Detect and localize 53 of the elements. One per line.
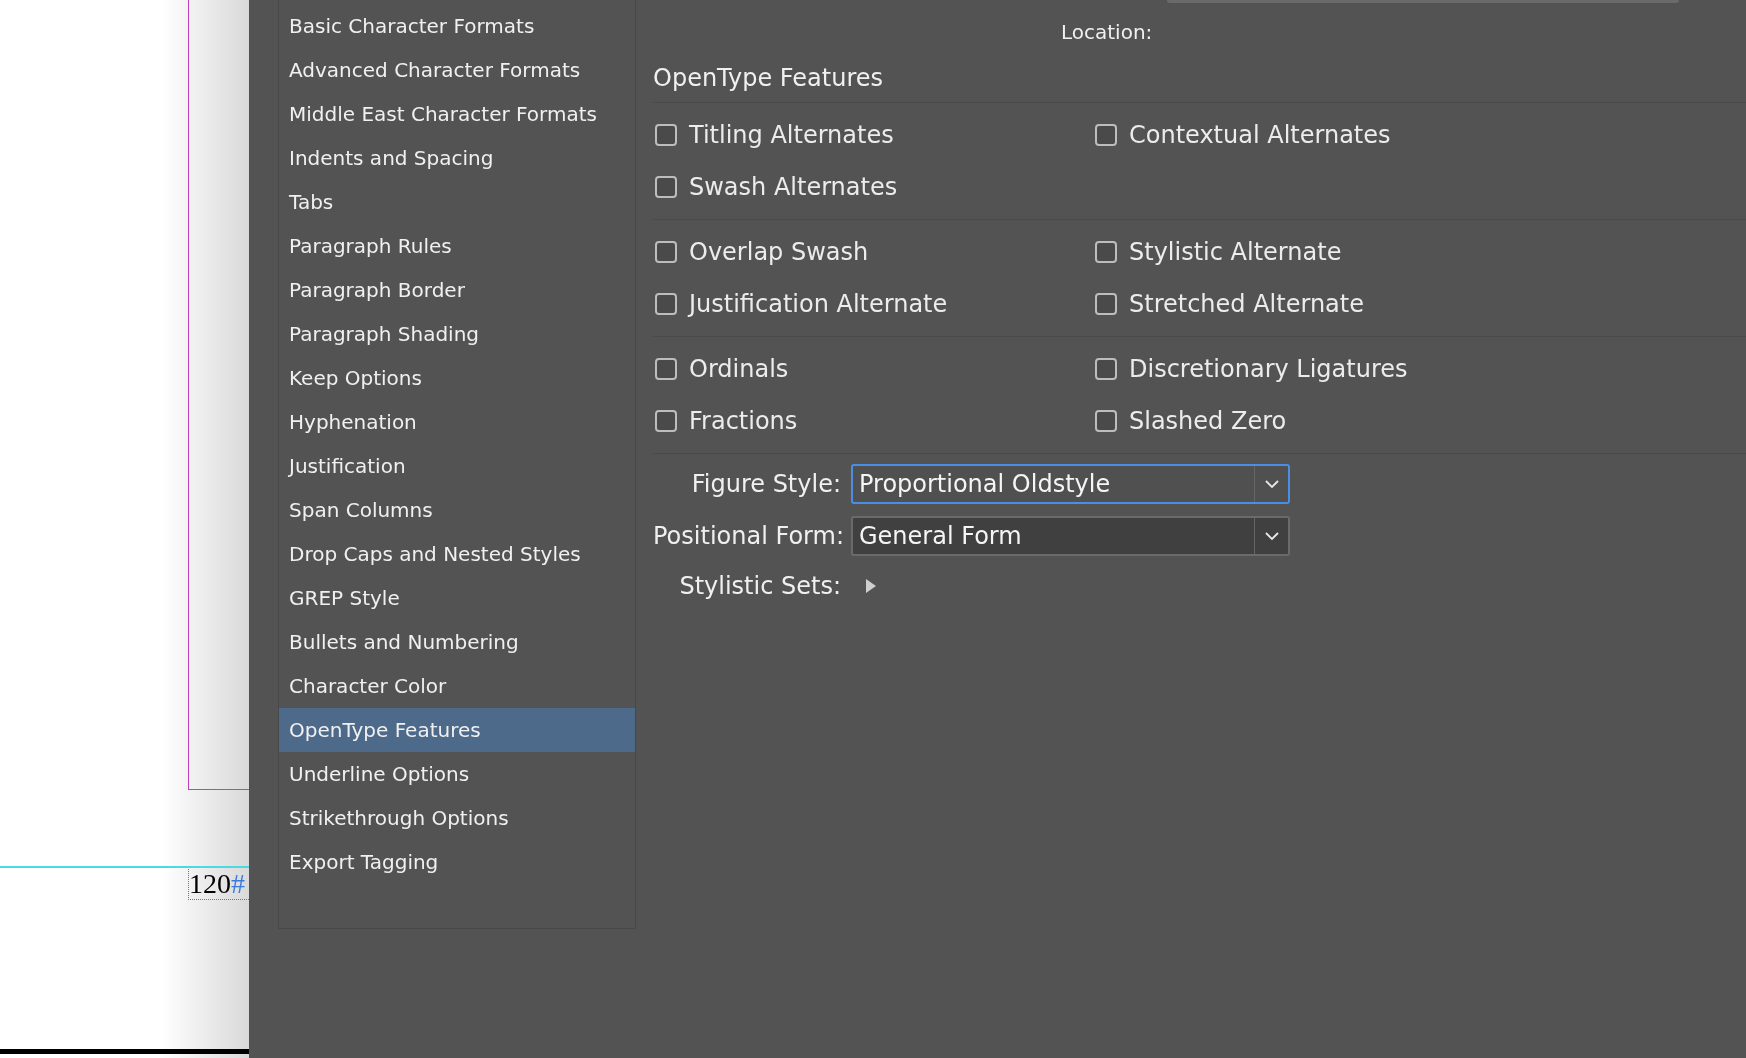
category-item[interactable]: Export Tagging: [279, 840, 635, 884]
checkbox-label: Slashed Zero: [1129, 406, 1287, 437]
checkbox[interactable]: [655, 358, 677, 380]
category-item[interactable]: Character Color: [279, 664, 635, 708]
page-number: 120#: [188, 869, 249, 900]
checkbox[interactable]: [1095, 124, 1117, 146]
checkbox-label: Fractions: [689, 406, 798, 437]
category-item[interactable]: Drop Caps and Nested Styles: [279, 532, 635, 576]
checkbox[interactable]: [1095, 410, 1117, 432]
checkbox[interactable]: [655, 241, 677, 263]
chevron-down-icon: [1264, 531, 1279, 541]
dropdown-label: Positional Form:: [653, 521, 841, 552]
section-title: OpenType Features: [653, 63, 884, 94]
category-item[interactable]: Advanced Character Formats: [279, 48, 635, 92]
category-item[interactable]: Strikethrough Options: [279, 796, 635, 840]
checkbox[interactable]: [655, 293, 677, 315]
checkbox-label: Contextual Alternates: [1129, 120, 1391, 151]
checkbox-label: Stylistic Alternate: [1129, 237, 1342, 268]
category-item[interactable]: Underline Options: [279, 752, 635, 796]
dropdown[interactable]: Proportional Oldstyle: [851, 464, 1290, 504]
category-item[interactable]: Keep Options: [279, 356, 635, 400]
category-item[interactable]: GREP Style: [279, 576, 635, 620]
dropdown-label: Figure Style:: [690, 469, 841, 500]
checkbox-label: Overlap Swash: [689, 237, 869, 268]
checkbox[interactable]: [1095, 293, 1117, 315]
dropdown[interactable]: General Form: [851, 516, 1290, 556]
category-item[interactable]: Justification: [279, 444, 635, 488]
stylistic-sets-label: Stylistic Sets:: [678, 571, 841, 602]
checkbox-label: Stretched Alternate: [1129, 289, 1364, 320]
checkbox[interactable]: [655, 124, 677, 146]
category-item[interactable]: Paragraph Rules: [279, 224, 635, 268]
checkbox-label: Ordinals: [689, 354, 789, 385]
category-item[interactable]: Hyphenation: [279, 400, 635, 444]
category-item[interactable]: Paragraph Shading: [279, 312, 635, 356]
category-item[interactable]: Middle East Character Formats: [279, 92, 635, 136]
checkbox-label: Swash Alternates: [689, 172, 898, 203]
category-item[interactable]: Basic Character Formats: [279, 4, 635, 48]
checkbox[interactable]: [1095, 358, 1117, 380]
checkbox[interactable]: [655, 410, 677, 432]
checkbox-label: Titling Alternates: [689, 120, 894, 151]
disclosure-triangle-icon[interactable]: [865, 578, 877, 594]
category-item[interactable]: Tabs: [279, 180, 635, 224]
checkbox[interactable]: [655, 176, 677, 198]
chevron-down-icon: [1264, 479, 1279, 489]
checkbox-label: Justification Alternate: [689, 289, 948, 320]
category-item[interactable]: Span Columns: [279, 488, 635, 532]
category-item[interactable]: OpenType Features: [279, 708, 635, 752]
category-item[interactable]: Indents and Spacing: [279, 136, 635, 180]
category-item[interactable]: Paragraph Border: [279, 268, 635, 312]
checkbox[interactable]: [1095, 241, 1117, 263]
category-item[interactable]: Bullets and Numbering: [279, 620, 635, 664]
location-label: Location:: [1061, 19, 1153, 46]
checkbox-label: Discretionary Ligatures: [1129, 354, 1408, 385]
